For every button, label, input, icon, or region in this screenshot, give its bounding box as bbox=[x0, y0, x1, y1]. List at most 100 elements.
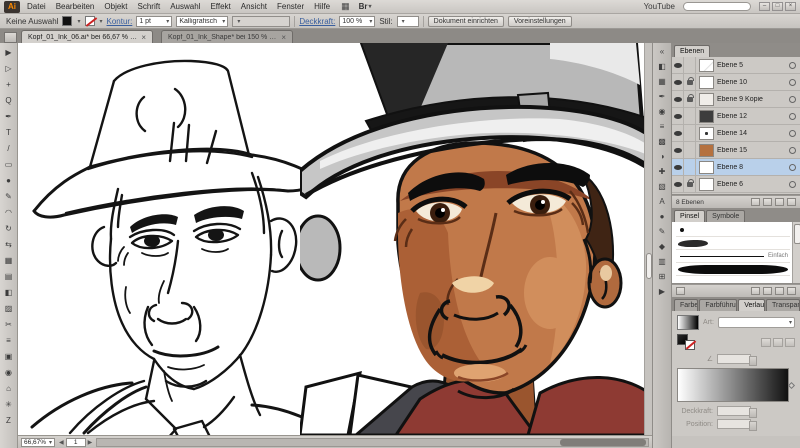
stroke-weight-select[interactable]: 1 pt▾ bbox=[136, 16, 172, 27]
tool-button[interactable]: Z bbox=[1, 413, 17, 429]
tool-button[interactable]: Q bbox=[1, 93, 17, 109]
tab-layers[interactable]: Ebenen bbox=[674, 45, 710, 57]
panel-icon[interactable]: ✚ bbox=[654, 164, 670, 179]
panel-icon[interactable]: ◉ bbox=[654, 104, 670, 119]
tool-button[interactable]: ▦ bbox=[1, 253, 17, 269]
make-mask-button[interactable] bbox=[751, 198, 760, 206]
layer-row[interactable]: Ebene 12 bbox=[672, 108, 800, 125]
target-icon[interactable] bbox=[789, 96, 796, 103]
layer-row[interactable]: Ebene 15 bbox=[672, 142, 800, 159]
tool-button[interactable]: ✂ bbox=[1, 317, 17, 333]
panel-icon[interactable]: ● bbox=[654, 209, 670, 224]
fill-color-swatch[interactable] bbox=[62, 16, 72, 26]
brushes-scrollbar[interactable] bbox=[792, 222, 800, 283]
tool-button[interactable]: ✳ bbox=[1, 397, 17, 413]
visibility-toggle[interactable] bbox=[672, 125, 684, 141]
visibility-toggle[interactable] bbox=[672, 176, 684, 192]
target-icon[interactable] bbox=[789, 79, 796, 86]
layer-row[interactable]: Ebene 14 bbox=[672, 125, 800, 142]
lock-toggle[interactable] bbox=[684, 57, 696, 73]
brush-definition-select[interactable]: Kalligrafisch▾ bbox=[176, 16, 228, 27]
angle-field[interactable] bbox=[717, 354, 751, 364]
tool-button[interactable]: ▷ bbox=[1, 61, 17, 77]
tab-gradient[interactable]: Verlauf bbox=[738, 299, 765, 311]
tool-button[interactable]: ≡ bbox=[1, 333, 17, 349]
vertical-scrollbar[interactable] bbox=[644, 43, 652, 435]
close-icon[interactable]: × bbox=[281, 33, 286, 42]
menu-item[interactable]: Auswahl bbox=[165, 2, 205, 11]
menu-item[interactable]: Objekt bbox=[99, 2, 132, 11]
brush-item[interactable] bbox=[676, 224, 790, 237]
layer-row[interactable]: Ebene 10 bbox=[672, 74, 800, 91]
remove-stroke-button[interactable] bbox=[751, 287, 760, 295]
document-tab-inactive[interactable]: Kopf_01_Ink_Shape* bei 150 % (RGB/Vorsch… bbox=[161, 30, 293, 43]
document-setup-button[interactable]: Dokument einrichten bbox=[428, 16, 504, 27]
tab-transparency[interactable]: Transparenz bbox=[766, 299, 800, 311]
panel-icon[interactable]: ▩ bbox=[654, 134, 670, 149]
arrange-documents-icon[interactable]: ▦ bbox=[337, 1, 354, 12]
tool-button[interactable]: ▶ bbox=[1, 45, 17, 61]
gradient-swatch[interactable] bbox=[677, 315, 699, 330]
tab-brushes[interactable]: Pinsel bbox=[674, 210, 705, 222]
lock-toggle[interactable] bbox=[684, 108, 696, 124]
lock-toggle[interactable] bbox=[684, 125, 696, 141]
app-logo[interactable]: Ai bbox=[4, 1, 20, 13]
tool-button[interactable]: ▨ bbox=[1, 301, 17, 317]
gradient-opacity-field[interactable] bbox=[717, 406, 751, 416]
tool-button[interactable]: ◠ bbox=[1, 205, 17, 221]
tool-button[interactable]: ◉ bbox=[1, 365, 17, 381]
visibility-toggle[interactable] bbox=[672, 142, 684, 158]
lock-toggle[interactable] bbox=[684, 176, 696, 192]
graphic-style-select[interactable]: ▾ bbox=[397, 16, 419, 27]
new-brush-button[interactable] bbox=[775, 287, 784, 295]
panel-icon[interactable]: ▥ bbox=[654, 254, 670, 269]
tool-button[interactable]: ⇆ bbox=[1, 237, 17, 253]
brush-item[interactable]: Einfach bbox=[676, 250, 790, 263]
scrollbar-thumb[interactable] bbox=[560, 439, 646, 446]
menu-item[interactable]: Hilfe bbox=[309, 2, 335, 11]
brush-libraries-button[interactable] bbox=[676, 287, 685, 295]
tool-button[interactable]: ✒ bbox=[1, 109, 17, 125]
panel-icon[interactable]: ⊞ bbox=[654, 269, 670, 284]
tool-button[interactable]: T bbox=[1, 125, 17, 141]
menu-item[interactable]: Bearbeiten bbox=[51, 2, 100, 11]
panel-icon[interactable]: ◧ bbox=[654, 59, 670, 74]
gradient-type-select[interactable]: ▾ bbox=[718, 317, 795, 328]
panel-icon[interactable]: ▶ bbox=[654, 284, 670, 299]
gradient-slider[interactable] bbox=[677, 368, 789, 402]
panel-icon[interactable]: ✒ bbox=[654, 89, 670, 104]
target-icon[interactable] bbox=[789, 113, 796, 120]
tab-scroll-button[interactable] bbox=[4, 32, 17, 43]
tool-button[interactable]: / bbox=[1, 141, 17, 157]
tab-color[interactable]: Farbe bbox=[674, 299, 698, 311]
panel-icon[interactable]: ◆ bbox=[654, 239, 670, 254]
visibility-toggle[interactable] bbox=[672, 74, 684, 90]
gradient-midpoint-icon[interactable] bbox=[788, 382, 795, 389]
next-artboard-icon[interactable]: ▶ bbox=[88, 439, 93, 446]
brush-item[interactable] bbox=[676, 263, 790, 276]
stroke-panel-link[interactable]: Kontur: bbox=[107, 17, 133, 26]
tool-button[interactable]: ● bbox=[1, 173, 17, 189]
menu-item[interactable]: Datei bbox=[22, 2, 51, 11]
panel-icon[interactable]: A bbox=[654, 194, 670, 209]
delete-layer-button[interactable] bbox=[787, 198, 796, 206]
visibility-toggle[interactable] bbox=[672, 159, 684, 175]
target-icon[interactable] bbox=[789, 147, 796, 154]
minimize-button[interactable]: – bbox=[759, 2, 770, 11]
tab-symbols[interactable]: Symbole bbox=[706, 210, 745, 222]
lock-toggle[interactable] bbox=[684, 91, 696, 107]
visibility-toggle[interactable] bbox=[672, 108, 684, 124]
restore-button[interactable]: □ bbox=[772, 2, 783, 11]
new-layer-button[interactable] bbox=[775, 198, 784, 206]
tool-button[interactable]: ◧ bbox=[1, 285, 17, 301]
chevron-down-icon[interactable]: ▾ bbox=[77, 18, 80, 25]
reverse-gradient-button[interactable] bbox=[761, 338, 771, 347]
target-icon[interactable] bbox=[789, 62, 796, 69]
gradient-position-field[interactable] bbox=[717, 419, 751, 429]
artboard-number-field[interactable]: 1 bbox=[66, 438, 86, 447]
document-tab-active[interactable]: Kopf_01_Ink_06.ai* bei 66,67 % (RGB/Vors… bbox=[21, 30, 153, 43]
tool-button[interactable]: ⌂ bbox=[1, 381, 17, 397]
panel-icon[interactable]: ◑ bbox=[654, 149, 670, 164]
menu-item[interactable]: Effekt bbox=[205, 2, 235, 11]
menu-item[interactable]: Fenster bbox=[272, 2, 309, 11]
